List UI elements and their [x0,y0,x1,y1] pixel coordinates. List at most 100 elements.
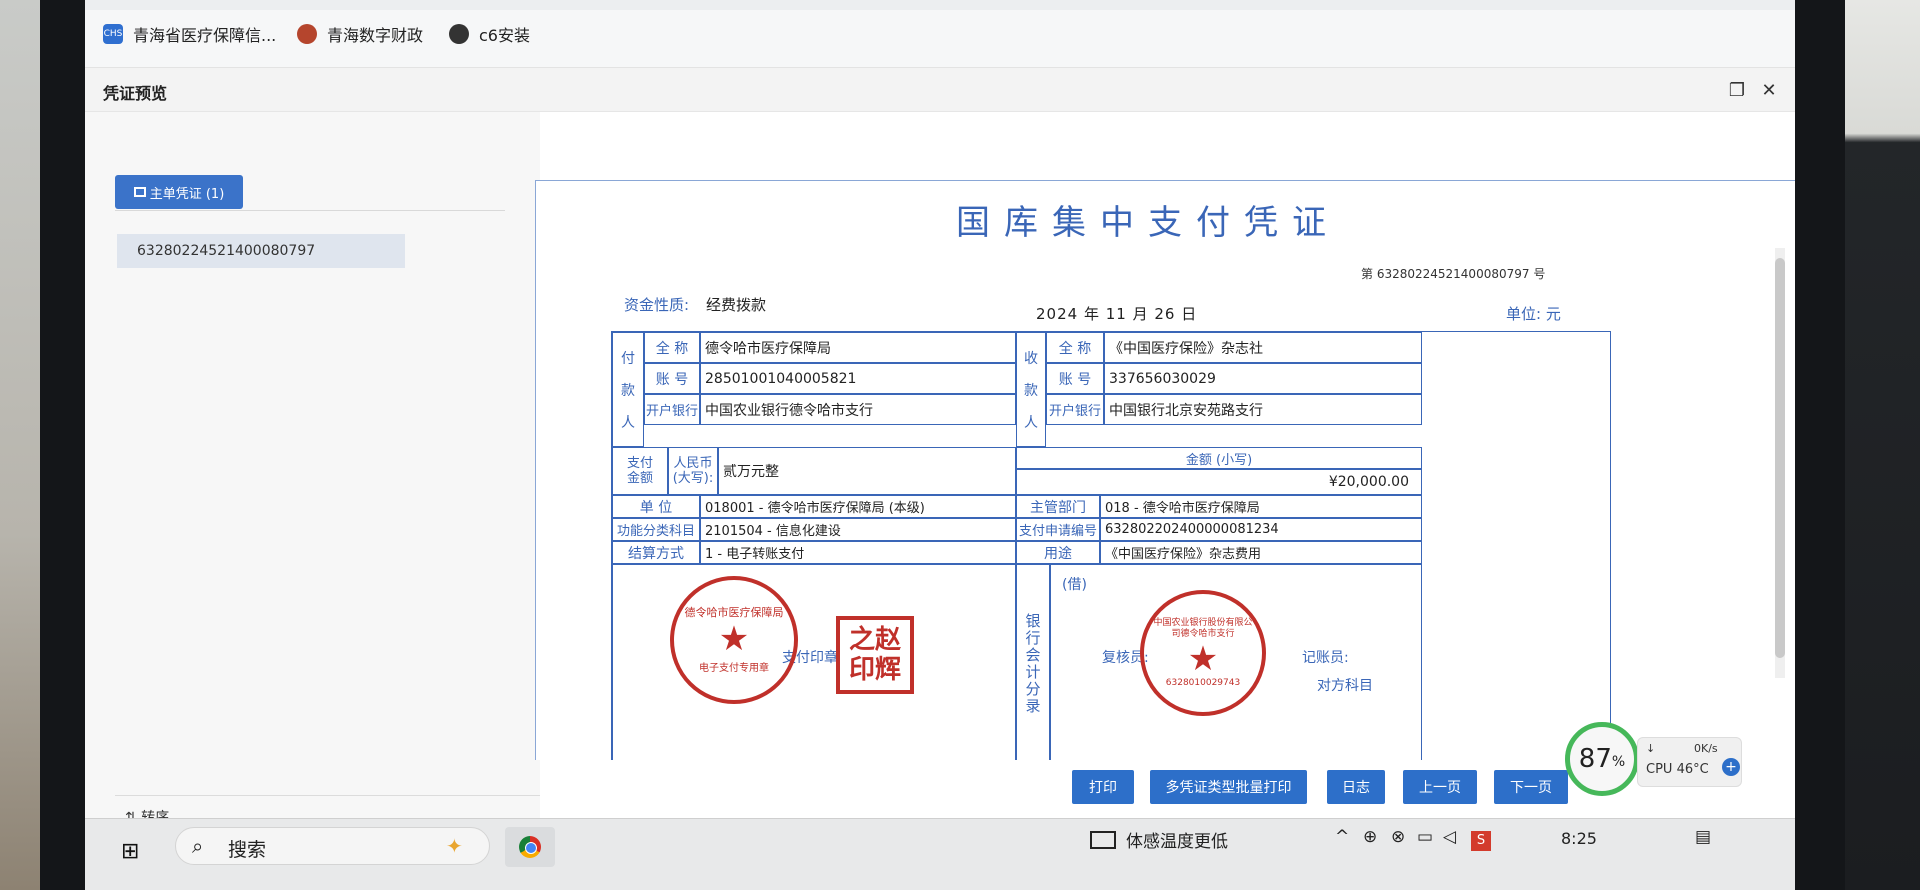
qh-finance-icon [297,24,317,44]
bookmark-digital-finance[interactable]: 青海数字财政 [297,22,423,46]
payer-name-label: 全 称 [644,332,700,363]
dialog-header: 凭证预览 ❐ ✕ [85,68,1795,112]
voucher-table: 付 款 人 全 称 德令哈市医疗保障局 账 号 2850100104000582… [611,331,1611,760]
bookkeeper-label: 记账员: [1302,650,1349,666]
close-icon[interactable]: ✕ [1757,78,1781,102]
print-button[interactable]: 打印 [1072,770,1134,804]
debit-label: (借) [1062,577,1087,593]
payer-label-char: 人 [621,414,635,431]
apply-number-label: 支付申请编号 [1016,518,1100,541]
close-circle-icon[interactable]: ⊗ [1391,827,1405,847]
voucher-number: 第 63280224521400080797 号 [1361,267,1546,281]
payee-label-char: 人 [1024,414,1038,431]
function-category-label: 功能分类科目 [612,518,700,541]
supervisor-label: 主管部门 [1016,495,1100,518]
clock[interactable]: 8:25 [1561,829,1597,848]
payee-label: 收 款 人 [1016,332,1046,447]
voucher-list-panel: 主单凭证 (1) 63280224521400080797 ⇅ 转序 [85,112,540,826]
tab-main-voucher[interactable]: 主单凭证 (1) [115,175,243,209]
fund-nature-value: 经费拨款 [706,296,767,314]
cpu-monitor-widget[interactable]: 87% ↓ 0K/s CPU 46°C + [1565,722,1795,802]
pay-amount-label: 支付 金额 [612,447,668,495]
cpu-usage-ring: 87% [1565,722,1639,796]
taskbar-search[interactable]: ⌕ 搜索 ✦ [175,827,490,865]
payee-label-char: 款 [1024,382,1038,399]
network-speed: 0K/s [1694,742,1718,755]
notification-icon[interactable]: ▤ [1695,827,1711,847]
supervisor-value: 018 - 德令哈市医疗保障局 [1100,495,1422,518]
bookmarks-bar: CHS 青海省医疗保障信... 青海数字财政 c6安装 [85,0,1795,68]
amount-in-figures: ¥20,000.00 [1016,469,1422,495]
payer-bank: 中国农业银行德令哈市支行 [700,394,1016,425]
prev-page-button[interactable]: 上一页 [1403,770,1477,804]
payer-round-seal: 德令哈市医疗保障局 ★ 电子支付专用章 [670,576,798,704]
bank-seal-name: 中国农业银行股份有限公司德令哈市支行 [1153,618,1253,639]
settlement-label: 结算方式 [612,541,700,564]
voucher-tab-icon [133,187,146,197]
payer-label-char: 付 [621,350,635,367]
purpose-label: 用途 [1016,541,1100,564]
payer-account-label: 账 号 [644,363,700,394]
download-arrow-icon: ↓ [1646,742,1656,755]
payer-seal-name: 德令哈市医疗保障局 [684,605,784,619]
payee-account: 337656030029 [1104,363,1422,394]
bank-accounting-label: 银行会计分录 [1016,564,1050,760]
windows-start-icon[interactable]: ⊞ [121,839,139,864]
log-button[interactable]: 日志 [1327,770,1385,804]
payee-name-label: 全 称 [1046,332,1104,363]
fund-nature-label: 资金性质: [624,296,690,314]
ime-icon[interactable]: S [1471,831,1491,851]
payer-name: 德令哈市医疗保障局 [700,332,1016,363]
cpu-info-box: ↓ 0K/s CPU 46°C + [1637,737,1742,787]
preview-scrollbar-thumb[interactable] [1775,258,1785,658]
screen: CHS 青海省医疗保障信... 青海数字财政 c6安装 凭证预览 ❐ ✕ 主单凭… [85,0,1795,890]
batch-print-button[interactable]: 多凭证类型批量打印 [1150,770,1307,804]
next-page-button[interactable]: 下一页 [1494,770,1568,804]
chrome-taskbar-button[interactable] [505,827,555,867]
weather-widget[interactable]: 体感温度更低 [1090,827,1228,852]
language-globe-icon[interactable]: ⊕ [1363,827,1377,847]
footer-divider [115,795,540,796]
payee-account-label: 账 号 [1046,363,1104,394]
cpu-usage-unit: % [1611,754,1626,770]
dialog-title: 凭证预览 [103,84,168,103]
cpu-usage-value: 87 [1578,744,1612,774]
star-icon: ★ [718,618,750,659]
voucher-document: 国库集中支付凭证 第 63280224521400080797 号 资金性质: … [535,180,1795,760]
bookmark-medical-insurance[interactable]: CHS 青海省医疗保障信... [103,22,276,46]
bookmark-label: 青海省医疗保障信... [133,26,277,45]
dept-label: 单 位 [612,495,700,518]
bookmark-label: 青海数字财政 [327,26,424,45]
plus-icon[interactable]: + [1722,758,1740,776]
restore-icon[interactable]: ❐ [1725,78,1749,102]
chrome-icon [519,836,541,858]
bookmark-c6-install[interactable]: c6安装 [449,22,530,46]
sound-icon[interactable]: ◁ [1443,827,1456,847]
tab-main-voucher-label: 主单凭证 (1) [149,186,225,202]
voucher-date: 2024 年 11 月 26 日 [1036,305,1198,323]
tab-divider [115,210,505,211]
payee-bank: 中国银行北京安苑路支行 [1104,394,1422,425]
star-icon: ★ [1187,639,1219,679]
voucher-list-item[interactable]: 63280224521400080797 [117,234,405,268]
payee-label-char: 收 [1024,350,1038,367]
chevron-up-icon[interactable]: ^ [1335,827,1349,847]
payee-bank-label: 开户银行 [1046,394,1104,425]
dept-value: 018001 - 德令哈市医疗保障局 (本级) [700,495,1016,518]
taskbar: ⊞ ⌕ 搜索 ✦ 体感温度更低 ^ ⊕ ⊗ ▭ ◁ S 8:25 ▤ [85,818,1795,890]
sparkle-icon: ✦ [446,834,463,858]
bank-seal-code: 6328010029743 [1165,678,1241,688]
function-category-value: 2101504 - 信息化建设 [700,518,1016,541]
currency-unit: 单位: 元 [1506,305,1561,323]
amount-in-words: 贰万元整 [718,447,1016,495]
search-icon: ⌕ [192,834,204,858]
counter-subject-label: 对方科目 [1317,678,1373,694]
rmb-caps-label: 人民币 (大写): [668,447,718,495]
weather-icon [1090,830,1116,849]
battery-icon[interactable]: ▭ [1417,827,1433,847]
bookmark-label: c6安装 [479,26,530,45]
payer-account: 28501001040005821 [700,363,1016,394]
payer-bank-label: 开户银行 [644,394,700,425]
bank-round-seal: 中国农业银行股份有限公司德令哈市支行 ★ 6328010029743 [1140,590,1266,716]
globe-icon [449,24,469,44]
